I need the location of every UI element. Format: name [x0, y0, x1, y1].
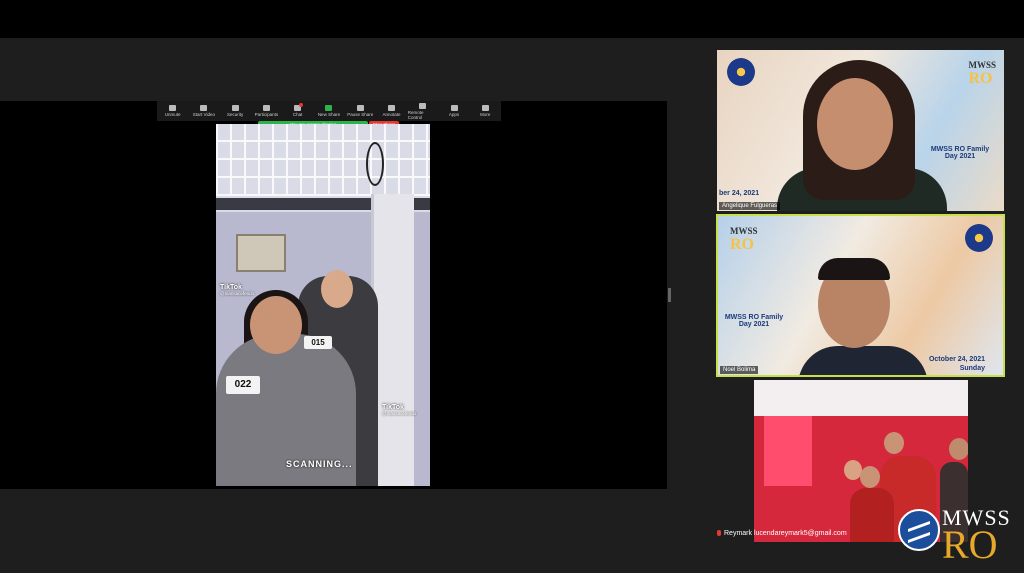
- tiktok-watermark-top: TikTok @marisaceferido: [220, 284, 254, 296]
- scanning-overlay: SCANNING...: [286, 459, 353, 469]
- top-bar: [0, 0, 1024, 38]
- mwss-ro-logo: MWSS RO: [968, 60, 996, 87]
- security-button[interactable]: Security: [220, 105, 250, 117]
- chat-button[interactable]: Chat: [283, 103, 313, 117]
- participant-body: [798, 346, 928, 375]
- seal-icon: [727, 58, 755, 86]
- participant-hair: [818, 258, 890, 280]
- participant-tile-noel[interactable]: MWSS RO MWSS RO Family Day 2021 October 2…: [716, 214, 1005, 377]
- apps-icon: [450, 105, 458, 111]
- window: [764, 416, 812, 486]
- participant-face: [817, 78, 893, 170]
- share-toolbar: Unmute Start Video Security Participants…: [157, 101, 501, 121]
- tiktok-watermark-bottom: TikTok @marisaceferido: [382, 404, 416, 416]
- participant-name: Angelique Fulgueras: [719, 202, 781, 210]
- person-front-head: [250, 296, 302, 354]
- participant-tile-angelique[interactable]: MWSS RO MWSS RO Family Day 2021 ber 24, 2…: [717, 50, 1004, 211]
- tiktok-logo: TikTok: [220, 284, 242, 291]
- background-title: MWSS RO Family Day 2021: [724, 314, 784, 328]
- more-button[interactable]: More: [470, 105, 500, 117]
- bib-back: 015: [304, 336, 332, 349]
- wall-picture: [236, 234, 286, 272]
- background-date: October 24, 2021: [928, 356, 985, 363]
- shield-icon: [231, 105, 239, 111]
- video-icon: [200, 105, 208, 111]
- child-face: [884, 432, 904, 454]
- background-title: MWSS RO Family Day 2021: [930, 146, 990, 160]
- seal-icon: [965, 224, 993, 252]
- participants-icon: [262, 105, 270, 111]
- unmute-button[interactable]: Unmute: [158, 105, 188, 117]
- mic-icon: [169, 105, 177, 111]
- background-day: Sunday: [959, 365, 985, 372]
- drapes: [754, 380, 968, 416]
- participant-name-reymark: Reymark lucendareymark5@gmail.com: [717, 530, 847, 537]
- child-face: [860, 466, 880, 488]
- new-share-button[interactable]: New Share: [314, 105, 344, 117]
- participant-name: Noel Bolima: [720, 366, 759, 374]
- share-icon: [325, 105, 333, 111]
- child-dress: [850, 488, 894, 542]
- pause-icon: [356, 105, 364, 111]
- annotate-button[interactable]: Annotate: [376, 105, 406, 117]
- apps-button[interactable]: Apps: [439, 105, 469, 117]
- watermark-ro-text: RO: [942, 522, 998, 567]
- child-face: [949, 438, 968, 460]
- more-icon: [481, 105, 489, 111]
- mwss-ro-watermark: MWSS RO: [898, 503, 1018, 569]
- pause-share-button[interactable]: Pause Share: [345, 105, 375, 117]
- person-back-head: [321, 270, 353, 308]
- background-date: ber 24, 2021: [719, 190, 760, 197]
- wire-shelf: [216, 124, 430, 196]
- mwss-ro-logo: MWSS RO: [730, 226, 758, 253]
- muted-mic-icon: [717, 530, 721, 537]
- pen-icon: [387, 105, 395, 111]
- tiktok-handle: @marisaceferido: [382, 411, 417, 416]
- bib-front: 022: [226, 376, 260, 394]
- tiktok-handle: @marisaceferido: [220, 291, 255, 296]
- start-video-button[interactable]: Start Video: [189, 105, 219, 117]
- wall-clock: [366, 142, 384, 186]
- tiktok-logo: TikTok: [382, 404, 404, 411]
- mouse-icon: [419, 102, 427, 109]
- panel-resize-handle[interactable]: [668, 288, 671, 302]
- mwss-logo-icon: [898, 509, 940, 551]
- shared-video: 022 015 TikTok @marisaceferido TikTok @m…: [216, 124, 430, 486]
- remote-control-button[interactable]: Remote Control: [408, 102, 438, 120]
- chat-icon: [294, 103, 304, 111]
- participants-button[interactable]: Participants: [251, 105, 281, 117]
